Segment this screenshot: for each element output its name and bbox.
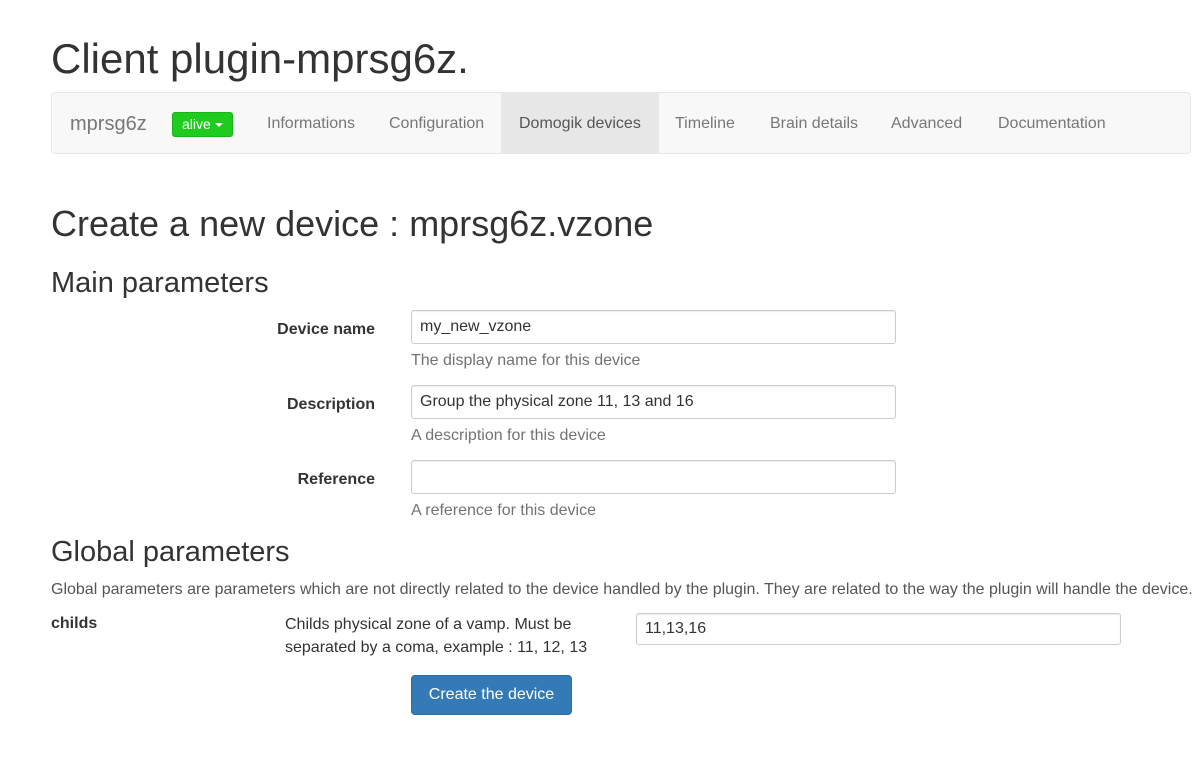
tab-brain-details[interactable]: Brain details — [752, 93, 876, 153]
global-parameters-heading: Global parameters — [51, 536, 290, 568]
reference-label: Reference — [297, 471, 375, 488]
create-device-button[interactable]: Create the device — [411, 675, 572, 715]
tab-timeline[interactable]: Timeline — [657, 93, 753, 153]
reference-input[interactable] — [411, 460, 896, 494]
device-name-label: Device name — [277, 321, 375, 338]
tab-configuration[interactable]: Configuration — [371, 93, 502, 153]
form-title: Create a new device : mprsg6z.vzone — [51, 203, 654, 244]
status-badge[interactable]: alive — [172, 112, 233, 137]
description-input[interactable] — [411, 385, 896, 419]
page-title: Client plugin-mprsg6z. — [51, 35, 469, 82]
plugin-navbar: mprsg6z alive Informations Configuration… — [51, 92, 1191, 154]
description-label: Description — [286, 396, 375, 413]
tab-informations[interactable]: Informations — [249, 93, 373, 153]
reference-help: A reference for this device — [411, 502, 596, 519]
childs-param-description: Childs physical zone of a vamp. Must be … — [285, 616, 588, 656]
status-label: alive — [182, 116, 211, 132]
tab-documentation[interactable]: Documentation — [980, 93, 1124, 153]
tab-advanced[interactable]: Advanced — [873, 93, 980, 153]
caret-down-icon — [214, 123, 223, 128]
global-parameters-description: Global parameters are parameters which a… — [51, 581, 1193, 598]
navbar-brand[interactable]: mprsg6z — [70, 93, 147, 153]
childs-input[interactable] — [636, 613, 1121, 645]
device-name-input[interactable] — [411, 310, 896, 344]
tab-domogik-devices[interactable]: Domogik devices — [501, 93, 659, 153]
device-name-help: The display name for this device — [411, 352, 641, 369]
main-parameters-heading: Main parameters — [51, 267, 269, 299]
description-help: A description for this device — [411, 427, 606, 444]
childs-param-name: childs — [51, 615, 98, 632]
